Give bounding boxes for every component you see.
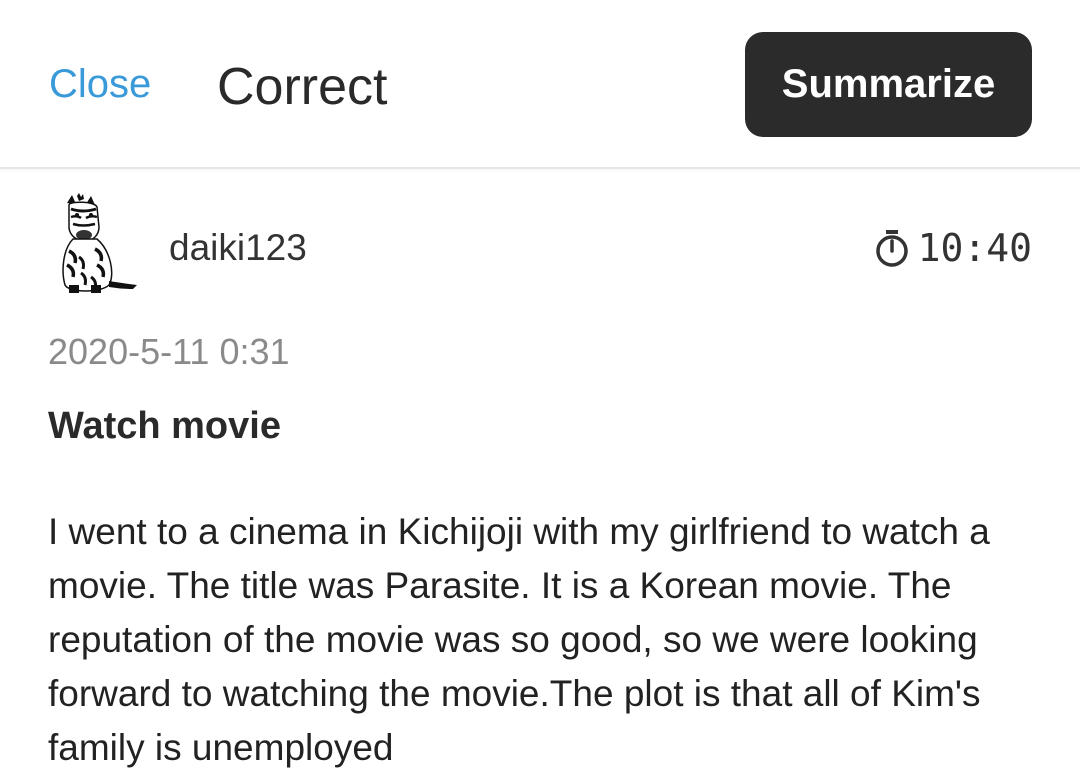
timer-value: 10:40 [917, 226, 1032, 270]
post-body: I went to a cinema in Kichijoji with my … [48, 511, 990, 768]
post-title: Watch movie [48, 405, 281, 447]
post-date: 2020-5-11 0:31 [48, 331, 290, 372]
close-button[interactable]: Close [49, 62, 151, 107]
author-name[interactable]: daiki123 [169, 227, 307, 269]
stopwatch-icon [875, 230, 908, 267]
timer: 10:40 [874, 226, 1032, 270]
page-title: Correct [217, 58, 388, 116]
summarize-button[interactable]: Summarize [745, 32, 1032, 137]
top-bar: Close Correct Summarize [0, 0, 1080, 169]
zebra-avatar-icon[interactable] [55, 193, 141, 299]
